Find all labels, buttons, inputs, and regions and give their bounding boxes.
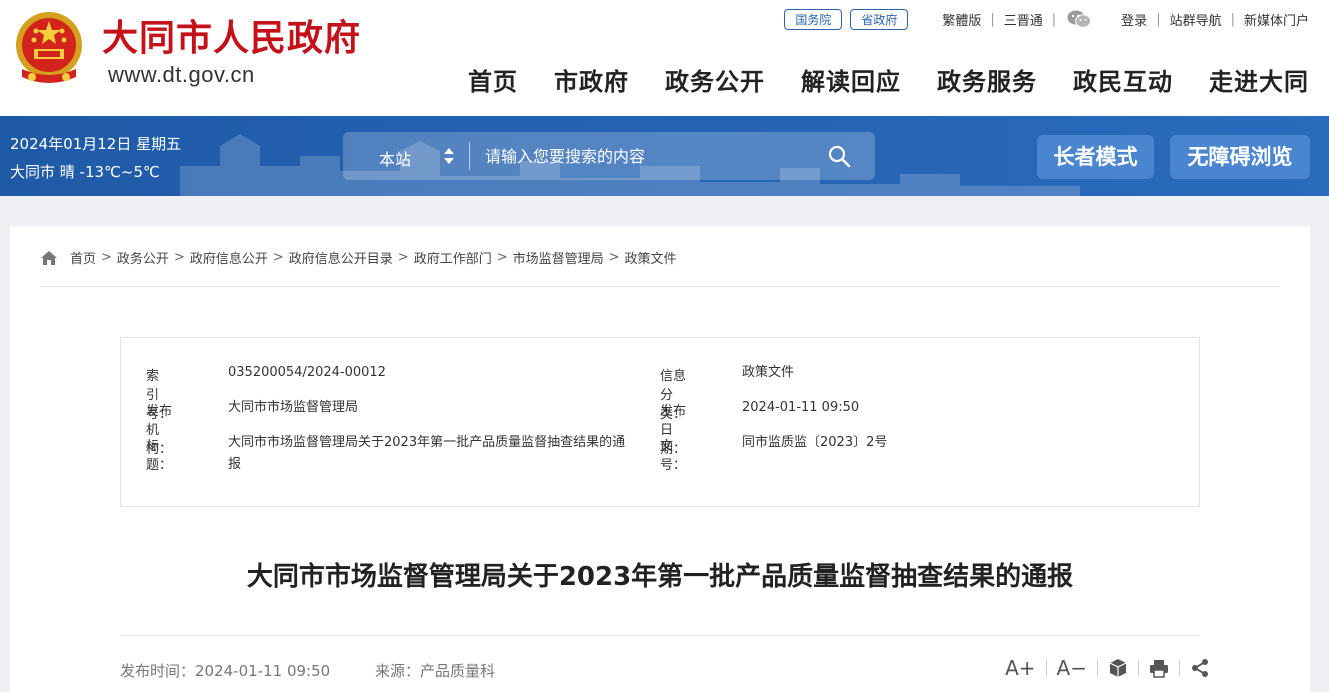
tool-separator — [1138, 660, 1139, 676]
top-utility-bar: 国务院 省政府 繁體版 | 三晋通 | 登录 | 站群导航 | 新媒体门户 — [784, 8, 1309, 30]
index-number-value: 035200054/2024-00012 — [228, 365, 386, 380]
province-gov-link[interactable]: 省政府 — [850, 8, 909, 30]
home-icon[interactable] — [40, 250, 58, 266]
article-title-divider — [120, 635, 1200, 636]
search-bar: 本站 — [343, 132, 875, 180]
category-value: 政策文件 — [742, 365, 795, 380]
article-tools: A+ A− — [995, 656, 1210, 680]
breadcrumb-gov-affairs[interactable]: 政务公开 — [117, 248, 169, 267]
sort-arrows-icon[interactable] — [443, 146, 455, 166]
site-header: 大同市人民政府 www.dt.gov.cn 国务院 省政府 繁體版 | 三晋通 … — [0, 0, 1329, 116]
publish-date-value: 2024-01-11 09:50 — [742, 400, 860, 415]
breadcrumb-divider — [40, 286, 1280, 287]
content-panel: 首页 > 政务公开 > 政府信息公开 > 政府信息公开目录 > 政府工作部门 >… — [10, 226, 1310, 692]
search-icon[interactable] — [827, 144, 851, 168]
topbar-separator: | — [1230, 11, 1235, 27]
state-council-link[interactable]: 国务院 — [784, 8, 843, 30]
cube-icon[interactable] — [1108, 658, 1128, 678]
search-input[interactable] — [485, 141, 815, 171]
new-media-portal-link[interactable]: 新媒体门户 — [1244, 10, 1309, 29]
publish-time: 发布时间：2024-01-11 09:50 — [120, 662, 331, 680]
doc-number-label: 文号： — [660, 439, 687, 473]
breadcrumb-home[interactable]: 首页 — [70, 248, 96, 267]
document-info-box: 索 引 号： 035200054/2024-00012 信息分类： 政策文件 发… — [120, 337, 1200, 507]
current-date: 2024年01月12日 星期五 — [10, 135, 182, 153]
font-decrease-button[interactable]: A− — [1057, 656, 1087, 680]
tool-separator — [1097, 660, 1098, 676]
nav-interpretation[interactable]: 解读回应 — [801, 62, 901, 97]
title-value: 大同市市场监督管理局关于2023年第一批产品质量监督抽查结果的通报 — [228, 435, 626, 472]
main-nav: 首页 市政府 政务公开 解读回应 政务服务 政民互动 走进大同 — [432, 62, 1309, 97]
topbar-separator: | — [1051, 11, 1057, 27]
weather-info: 大同市 晴 -13℃~5℃ — [10, 163, 160, 181]
banner: 2024年01月12日 星期五 大同市 晴 -13℃~5℃ 本站 长者模式 无障… — [0, 116, 1329, 196]
title-label: 标题： — [146, 439, 173, 473]
accessibility-button[interactable]: 无障碍浏览 — [1170, 135, 1310, 179]
doc-number-value: 同市监质监〔2023〕2号 — [742, 435, 888, 450]
tool-separator — [1179, 660, 1180, 676]
breadcrumb-separator: > — [397, 250, 409, 265]
share-icon[interactable] — [1190, 658, 1210, 678]
font-increase-button[interactable]: A+ — [1005, 656, 1035, 680]
nav-home[interactable]: 首页 — [468, 62, 518, 97]
breadcrumb-disclosure-catalog[interactable]: 政府信息公开目录 — [289, 248, 393, 267]
breadcrumb-departments[interactable]: 政府工作部门 — [414, 248, 492, 267]
topbar-separator: | — [990, 11, 995, 27]
publisher-value: 大同市市场监督管理局 — [228, 400, 359, 415]
breadcrumb-info-disclosure[interactable]: 政府信息公开 — [190, 248, 268, 267]
nav-gov-affairs[interactable]: 政务公开 — [665, 62, 765, 97]
nav-services[interactable]: 政务服务 — [937, 62, 1037, 97]
breadcrumb-policy-docs[interactable]: 政策文件 — [625, 248, 677, 267]
article-meta: 发布时间：2024-01-11 09:50 来源：产品质量科 — [120, 660, 535, 681]
nav-interaction[interactable]: 政民互动 — [1073, 62, 1173, 97]
print-icon[interactable] — [1149, 658, 1169, 678]
tool-separator — [1045, 660, 1047, 676]
breadcrumb-separator: > — [173, 250, 185, 265]
search-divider — [469, 142, 470, 170]
traditional-chinese-link[interactable]: 繁體版 — [942, 10, 981, 29]
login-link[interactable]: 登录 — [1121, 10, 1147, 29]
breadcrumb-separator: > — [608, 250, 620, 265]
breadcrumb-market-regulation[interactable]: 市场监督管理局 — [513, 248, 604, 267]
site-url[interactable]: www.dt.gov.cn — [108, 62, 255, 88]
breadcrumb-separator: > — [496, 250, 508, 265]
wechat-icon[interactable] — [1067, 10, 1092, 28]
site-group-nav-link[interactable]: 站群导航 — [1170, 10, 1222, 29]
national-emblem-icon[interactable] — [12, 9, 86, 87]
nav-about-datong[interactable]: 走进大同 — [1209, 62, 1309, 97]
sanjintong-link[interactable]: 三晋通 — [1004, 10, 1043, 29]
breadcrumb: 首页 > 政务公开 > 政府信息公开 > 政府信息公开目录 > 政府工作部门 >… — [40, 248, 677, 267]
elder-mode-button[interactable]: 长者模式 — [1037, 135, 1154, 179]
breadcrumb-separator: > — [101, 250, 112, 265]
article-title: 大同市市场监督管理局关于2023年第一批产品质量监督抽查结果的通报 — [246, 562, 1074, 592]
article-source: 来源：产品质量科 — [374, 662, 495, 680]
breadcrumb-separator: > — [272, 250, 284, 265]
site-title[interactable]: 大同市人民政府 — [102, 9, 361, 61]
topbar-separator: | — [1156, 11, 1161, 27]
search-scope-select[interactable]: 本站 — [379, 146, 411, 170]
nav-city-gov[interactable]: 市政府 — [554, 62, 629, 97]
